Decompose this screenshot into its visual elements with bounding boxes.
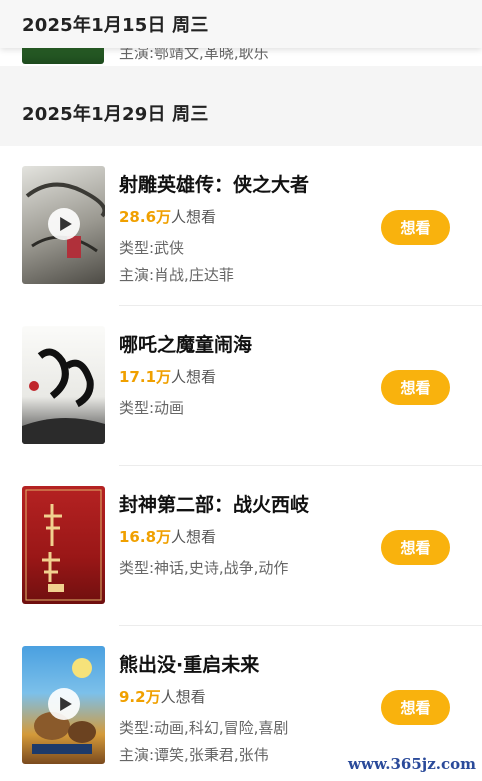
movie-title[interactable]: 射雕英雄传：侠之大者 [119,170,309,197]
movie-genre: 类型:神话,史诗,战争,动作 [119,559,289,577]
want-to-watch-button[interactable]: 想看 [381,690,450,725]
section-date-label: 2025年1月29日 周三 [22,104,209,125]
poster-artwork [25,489,102,601]
play-icon[interactable] [48,208,80,240]
movie-poster[interactable] [22,646,105,764]
previous-movie-partial[interactable]: 主演:鄂靖文,革晓,耿乐 [0,48,482,66]
movie-title[interactable]: 哪吒之魔童闹海 [119,330,252,357]
want-count-line: 28.6万人想看 [119,206,216,227]
movie-card[interactable]: 射雕英雄传：侠之大者 28.6万人想看 类型:武侠 主演:肖战,庄达菲 想看 [0,146,482,306]
want-to-watch-button[interactable]: 想看 [381,210,450,245]
movie-poster[interactable] [22,166,105,284]
poster-artwork [22,348,105,444]
want-count: 9.2万 [119,688,161,706]
want-suffix: 人想看 [171,208,217,226]
want-suffix: 人想看 [160,688,206,706]
previous-movie-poster [22,48,104,64]
want-count-line: 16.8万人想看 [119,526,216,547]
movie-poster[interactable] [22,486,105,604]
sticky-date-label: 2025年1月15日 周三 [22,15,209,36]
play-icon[interactable] [48,688,80,720]
want-suffix: 人想看 [171,528,217,546]
movie-card[interactable]: 封神第二部：战火西岐 16.8万人想看 类型:神话,史诗,战争,动作 想看 [0,466,482,626]
want-count: 17.1万 [119,368,172,386]
movie-genre: 类型:动画 [119,399,185,417]
want-count-line: 17.1万人想看 [119,366,216,387]
want-to-watch-button[interactable]: 想看 [381,370,450,405]
sticky-date-header: 2025年1月15日 周三 [0,0,482,48]
movie-card[interactable]: 哪吒之魔童闹海 17.1万人想看 类型:动画 想看 [0,306,482,466]
want-count: 28.6万 [119,208,172,226]
movie-title[interactable]: 封神第二部：战火西岐 [119,490,309,517]
want-to-watch-button[interactable]: 想看 [381,530,450,565]
movie-poster[interactable] [22,326,105,444]
movie-genre: 类型:动画,科幻,冒险,喜剧 [119,719,289,737]
site-watermark: www.365jz.com [348,755,476,773]
movie-title[interactable]: 熊出没·重启未来 [119,650,259,677]
movie-genre: 类型:武侠 [119,239,185,257]
want-count-line: 9.2万人想看 [119,686,206,707]
movie-cast: 主演:肖战,庄达菲 [119,266,234,284]
movie-cast: 主演:谭笑,张秉君,张伟 [119,746,269,764]
section-date-header: 2025年1月29日 周三 [22,100,209,126]
want-count: 16.8万 [119,528,172,546]
previous-movie-cast: 主演:鄂靖文,革晓,耿乐 [119,48,269,62]
want-suffix: 人想看 [171,368,217,386]
